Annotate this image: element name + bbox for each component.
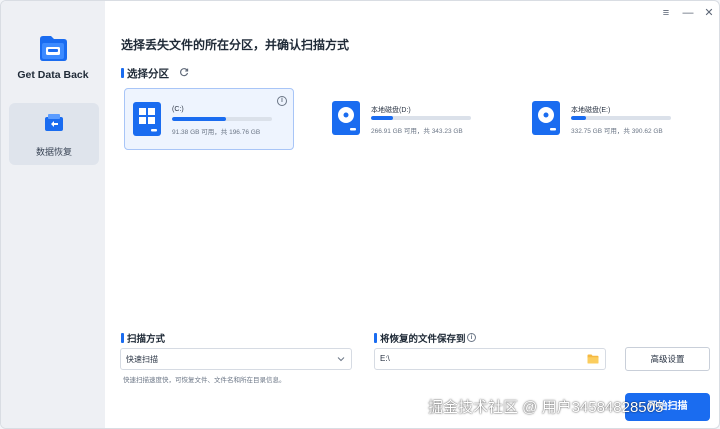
drive-usage-fill bbox=[172, 117, 226, 121]
advanced-settings-button[interactable]: 高级设置 bbox=[625, 347, 710, 371]
drive-usage-fill bbox=[571, 116, 586, 120]
chevron-down-icon bbox=[337, 357, 345, 362]
scan-mode-hint: 快速扫描速度快，可恢复文件、文件名和所在目录信息。 bbox=[123, 377, 286, 384]
app-window: Get Data Back 数据恢复 ≡ — ✕ 选择丢失文件的所在分区，并确认… bbox=[0, 0, 720, 429]
page-title: 选择丢失文件的所在分区，并确认扫描方式 bbox=[121, 38, 350, 52]
save-section-label: 将恢复的文件保存到 bbox=[380, 334, 466, 345]
save-path-input[interactable]: E:\ bbox=[374, 348, 606, 370]
drive-usage-bar bbox=[371, 116, 471, 120]
menu-icon[interactable]: ≡ bbox=[659, 6, 673, 20]
scan-section-label: 扫描方式 bbox=[127, 334, 166, 345]
drive-name: (C:) bbox=[172, 106, 184, 113]
info-icon[interactable]: i bbox=[277, 96, 287, 106]
sidebar-item-data-recovery[interactable]: 数据恢复 bbox=[9, 103, 99, 165]
windows-drive-icon bbox=[133, 102, 161, 136]
drive-usage-text: 332.75 GB 可用，共 390.62 GB bbox=[571, 128, 663, 135]
save-path-value: E:\ bbox=[380, 354, 390, 363]
drive-usage-text: 266.91 GB 可用，共 343.23 GB bbox=[371, 128, 463, 135]
folder-icon[interactable] bbox=[587, 354, 599, 364]
disk-drive-icon bbox=[532, 101, 560, 135]
scan-mode-select[interactable]: 快速扫描 bbox=[120, 348, 352, 370]
minimize-icon[interactable]: — bbox=[681, 6, 695, 20]
app-title: Get Data Back bbox=[17, 69, 89, 81]
info-icon[interactable]: i bbox=[467, 333, 476, 342]
disk-drive-icon bbox=[332, 101, 360, 135]
drive-name: 本地磁盘(E:) bbox=[571, 107, 611, 114]
app-logo-icon bbox=[40, 36, 67, 61]
section-marker bbox=[374, 333, 377, 343]
section-marker bbox=[121, 333, 124, 343]
drive-card-c[interactable]: (C:) 91.38 GB 可用，共 196.76 GB i bbox=[124, 88, 294, 150]
drive-usage-fill bbox=[371, 116, 393, 120]
drive-usage-bar bbox=[571, 116, 671, 120]
refresh-icon[interactable] bbox=[179, 67, 189, 77]
sidebar: Get Data Back 数据恢复 bbox=[1, 1, 105, 428]
restore-icon bbox=[45, 114, 63, 131]
drive-card-d[interactable]: 本地磁盘(D:) 266.91 GB 可用，共 343.23 GB bbox=[324, 88, 494, 150]
close-icon[interactable]: ✕ bbox=[702, 6, 716, 20]
watermark: 掘金技术社区 @ 用户3458482850​5 bbox=[428, 399, 664, 416]
drive-name: 本地磁盘(D:) bbox=[371, 107, 411, 114]
drive-usage-bar bbox=[172, 117, 272, 121]
drive-card-e[interactable]: 本地磁盘(E:) 332.75 GB 可用，共 390.62 GB bbox=[524, 88, 694, 150]
section-marker bbox=[121, 68, 124, 78]
partition-section-label: 选择分区 bbox=[127, 68, 169, 80]
sidebar-item-label: 数据恢复 bbox=[35, 147, 72, 157]
scan-mode-value: 快速扫描 bbox=[126, 355, 158, 364]
drive-usage-text: 91.38 GB 可用，共 196.76 GB bbox=[172, 129, 261, 136]
